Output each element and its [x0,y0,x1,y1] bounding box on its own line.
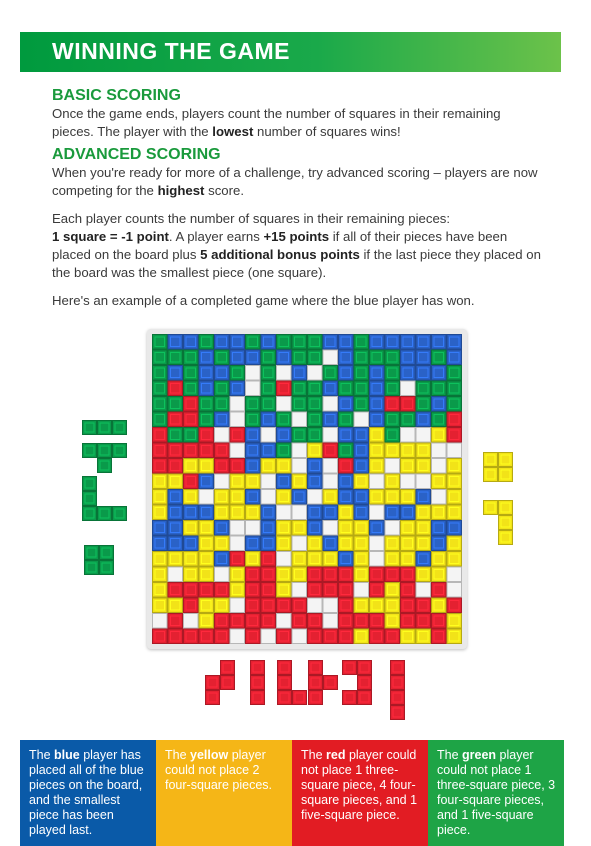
board-cell [446,582,462,598]
board-cell [322,458,338,474]
board-cell [369,504,385,520]
board-cell [307,489,323,505]
board-cell [415,473,431,489]
board-cell [369,473,385,489]
board-cell [229,597,245,613]
board-cell [214,427,230,443]
board-cell [183,613,199,629]
green-result-box: The green player could not place 1 three… [428,740,564,846]
board-cell [245,380,261,396]
board-cell [260,473,276,489]
board-cell [291,582,307,598]
board-cell [245,520,261,536]
board-cell [276,613,292,629]
red-result-box: The red player could not place 1 three-s… [292,740,428,846]
board-cell [415,427,431,443]
board-cell [400,380,416,396]
board-cell [322,613,338,629]
board-cell [276,551,292,567]
board-cell [260,427,276,443]
board-cell [260,628,276,644]
board-cell [353,411,369,427]
board-cell [291,535,307,551]
board-cell [322,427,338,443]
board-cell [431,458,447,474]
board-cell [229,535,245,551]
yellow-result-box: The yellow player could not place 2 four… [156,740,292,846]
board-cell [369,535,385,551]
board-cell [276,504,292,520]
board-cell [291,411,307,427]
board-cell [291,458,307,474]
board-cell [322,396,338,412]
board-cell [322,473,338,489]
text-span: The [165,748,191,762]
board-cell [322,520,338,536]
board-cell [229,442,245,458]
text-span: The [301,748,327,762]
board-cell [229,396,245,412]
board-cell [229,520,245,536]
board-cell [369,551,385,567]
board-cell [167,566,183,582]
text-span: The [437,748,463,762]
board-cell [291,442,307,458]
board-cell [431,442,447,458]
board-cell [198,489,214,505]
board-cell [276,365,292,381]
board-cell [307,365,323,381]
board-cell [229,628,245,644]
board-cell [400,427,416,443]
text-span: The [29,748,55,762]
board-cell [415,582,431,598]
emphasis: green [462,748,497,762]
board-cell [276,396,292,412]
board-cell [152,613,168,629]
blue-result-box: The blue player has placed all of the bl… [20,740,156,846]
board-cell [307,597,323,613]
emphasis: yellow [190,748,229,762]
board-cell [214,566,230,582]
board-cell [245,365,261,381]
board-cell [291,504,307,520]
board-cell [229,411,245,427]
board-cell [446,442,462,458]
board-cell [291,628,307,644]
emphasis: blue [54,748,80,762]
board-cell [384,520,400,536]
board-cell [214,473,230,489]
board-cell [384,458,400,474]
emphasis: red [326,748,346,762]
board-cell [353,582,369,598]
board-cell [260,489,276,505]
board-illustration [82,334,513,720]
board-cell [322,349,338,365]
board-cell [400,473,416,489]
board-cell [431,489,447,505]
board-cell [322,597,338,613]
board-cell [446,566,462,582]
